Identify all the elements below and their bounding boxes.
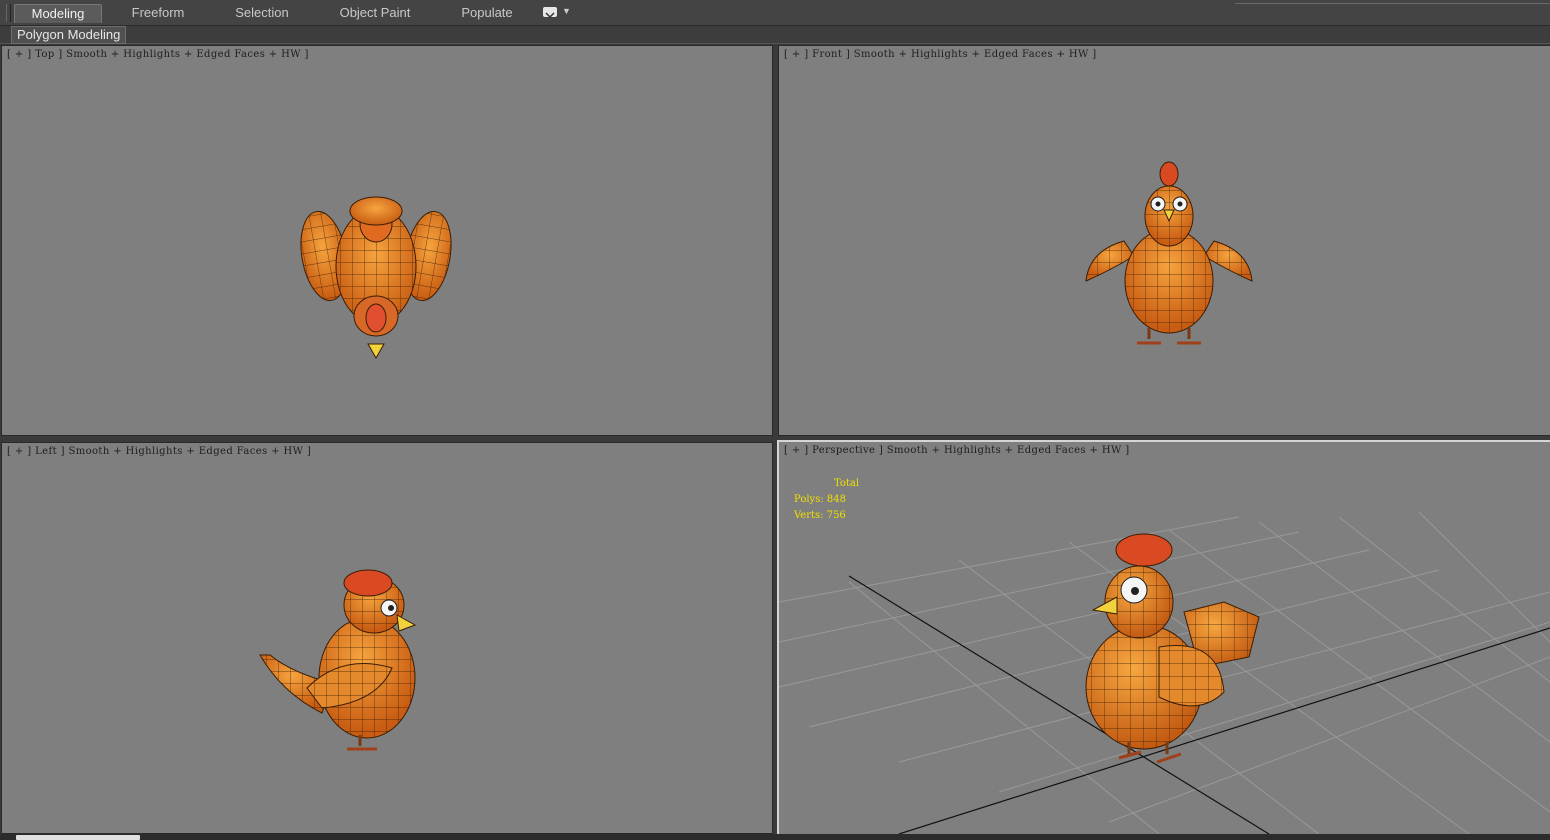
stats-title: Total xyxy=(834,478,860,489)
tab-object-paint[interactable]: Object Paint xyxy=(330,4,420,22)
tab-freeform[interactable]: Freeform xyxy=(118,4,198,22)
tab-selection[interactable]: Selection xyxy=(222,4,302,22)
polygon-modeling-panel-button[interactable]: Polygon Modeling xyxy=(11,26,127,44)
chicken-model-left-view[interactable] xyxy=(2,443,772,833)
viewport-front[interactable]: [ + ] Front ] Smooth + Highlights + Edge… xyxy=(778,45,1550,436)
chevron-down-icon[interactable]: ▼ xyxy=(562,6,571,16)
viewport-top[interactable]: [ + ] Top ] Smooth + Highlights + Edged … xyxy=(1,45,773,436)
stats-verts: Verts: 756 xyxy=(794,510,846,521)
timeline-strip xyxy=(0,834,1550,840)
ribbon-divider xyxy=(1235,0,1550,4)
dropdown-icon[interactable] xyxy=(543,7,557,19)
toolbar-grip[interactable] xyxy=(6,4,11,22)
ribbon-panel: Polygon Modeling xyxy=(0,26,1550,44)
chicken-model-top-view[interactable] xyxy=(2,46,772,435)
viewport-label-perspective[interactable]: [ + ] Perspective ] Smooth + Highlights … xyxy=(784,445,1130,456)
time-slider[interactable] xyxy=(16,835,140,840)
tab-populate[interactable]: Populate xyxy=(452,4,522,22)
scene-statistics: Total Polys: 848 Verts: 756 xyxy=(794,476,859,524)
chicken-model-front-view[interactable] xyxy=(779,46,1550,435)
viewport-left[interactable]: [ + ] Left ] Smooth + Highlights + Edged… xyxy=(1,442,773,834)
tab-modeling[interactable]: Modeling xyxy=(14,4,102,23)
viewport-perspective[interactable]: [ + ] Perspective ] Smooth + Highlights … xyxy=(777,440,1550,836)
chicken-model-perspective-view[interactable] xyxy=(779,442,1550,834)
ribbon-tab-bar: Modeling Freeform Selection Object Paint… xyxy=(0,0,1550,26)
stats-polys: Polys: 848 xyxy=(794,494,846,505)
